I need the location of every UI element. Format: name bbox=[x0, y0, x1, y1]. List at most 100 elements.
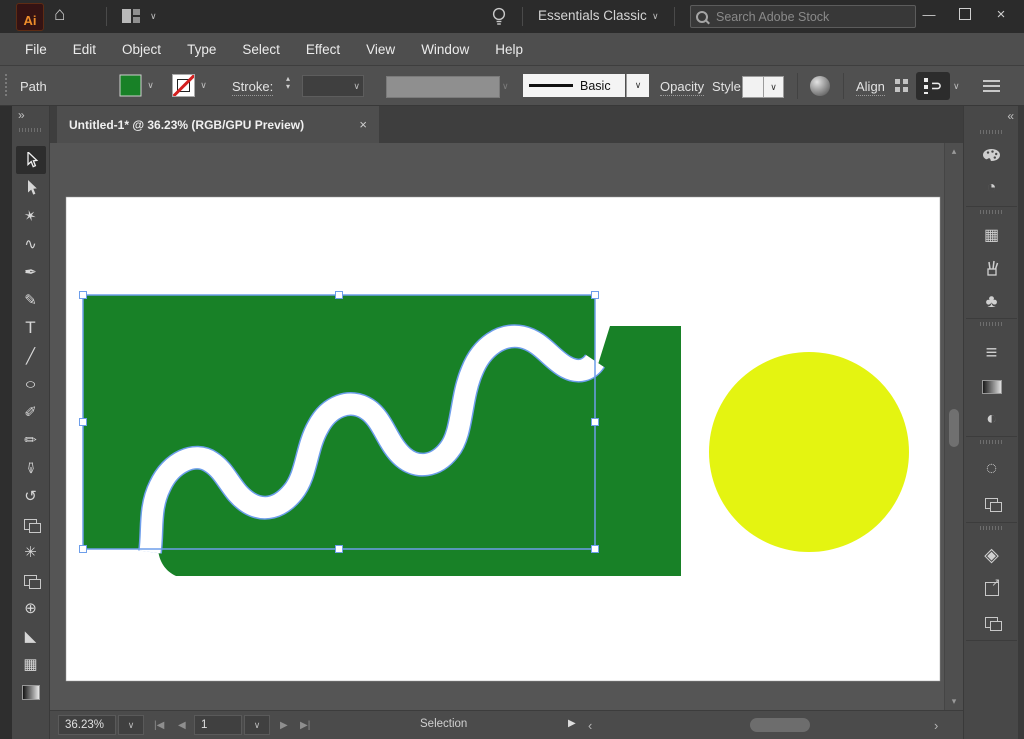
panel-appearance[interactable]: ◌ bbox=[964, 456, 1019, 482]
panel-artboards[interactable] bbox=[964, 609, 1019, 635]
align-objects-icon[interactable] bbox=[895, 79, 900, 84]
handle-mid-left[interactable] bbox=[80, 419, 87, 426]
handle-bottom-left[interactable] bbox=[80, 546, 87, 553]
panel-grip[interactable] bbox=[5, 74, 7, 98]
tool-mesh[interactable]: ▦ bbox=[12, 650, 49, 678]
horizontal-scroll-thumb[interactable] bbox=[750, 718, 810, 732]
zoom-level-field[interactable]: 36.23% bbox=[58, 715, 116, 735]
close-button[interactable]: × bbox=[984, 0, 1018, 28]
chevron-down-icon[interactable]: ∨ bbox=[195, 80, 212, 91]
expand-tools-icon[interactable]: » bbox=[18, 108, 23, 122]
graphic-style-swatch[interactable] bbox=[742, 76, 764, 98]
tool-curvature[interactable]: ✎ bbox=[12, 286, 49, 314]
status-expand-icon[interactable]: ▶ bbox=[568, 718, 576, 729]
tool-gradient[interactable] bbox=[12, 678, 49, 706]
stroke-none-swatch[interactable] bbox=[172, 74, 195, 97]
tool-rotate[interactable]: ↺ bbox=[12, 482, 49, 510]
previous-artboard-button[interactable]: ◀ bbox=[178, 715, 186, 735]
tool-selection[interactable] bbox=[16, 146, 46, 174]
scroll-down-icon[interactable]: ▾ bbox=[945, 696, 963, 707]
arrange-documents-icon[interactable] bbox=[122, 9, 142, 23]
chevron-down-icon[interactable]: ∨ bbox=[150, 11, 157, 22]
menu-view[interactable]: View bbox=[353, 42, 408, 57]
tool-magic-wand[interactable]: ✶ bbox=[12, 202, 49, 230]
zoom-dropdown-button[interactable]: ∨ bbox=[118, 715, 144, 735]
menu-type[interactable]: Type bbox=[174, 42, 229, 57]
stock-search-field[interactable] bbox=[690, 5, 916, 28]
menu-window[interactable]: Window bbox=[408, 42, 482, 57]
menu-edit[interactable]: Edit bbox=[60, 42, 109, 57]
options-list-icon[interactable] bbox=[983, 80, 1000, 92]
panel-grip[interactable] bbox=[980, 130, 1002, 134]
maximize-button[interactable] bbox=[948, 0, 982, 28]
vertical-scrollbar[interactable]: ▴ ▾ bbox=[944, 143, 963, 710]
panel-symbols[interactable]: ♣ bbox=[964, 288, 1019, 314]
handle-top-center[interactable] bbox=[336, 292, 343, 299]
menu-effect[interactable]: Effect bbox=[293, 42, 353, 57]
scroll-up-icon[interactable]: ▴ bbox=[945, 146, 963, 157]
stroke-style-chevron-button[interactable]: ∨ bbox=[626, 74, 649, 97]
chevron-down-icon[interactable]: ∨ bbox=[652, 11, 659, 22]
tool-perspective-grid[interactable]: ◣ bbox=[12, 622, 49, 650]
last-artboard-button[interactable]: ▶| bbox=[300, 715, 310, 735]
yellow-circle[interactable] bbox=[709, 352, 909, 552]
menu-select[interactable]: Select bbox=[229, 42, 293, 57]
tool-eyedropper[interactable]: ✑ bbox=[12, 454, 49, 482]
handle-top-left[interactable] bbox=[80, 292, 87, 299]
discover-lightbulb-icon[interactable] bbox=[492, 7, 506, 30]
tool-free-transform[interactable] bbox=[12, 566, 49, 594]
home-icon[interactable]: ⌂ bbox=[54, 4, 65, 26]
stroke-weight-stepper[interactable]: ▴▾ bbox=[286, 75, 290, 91]
stroke-weight-dropdown[interactable]: ∨ bbox=[302, 75, 364, 97]
first-artboard-button[interactable]: |◀ bbox=[154, 715, 164, 735]
stroke-color-control[interactable]: ∨ bbox=[172, 74, 212, 97]
tool-scale[interactable] bbox=[12, 510, 49, 538]
panel-brushes[interactable] bbox=[964, 255, 1019, 281]
panel-export[interactable]: ↗ bbox=[964, 576, 1019, 602]
menu-object[interactable]: Object bbox=[109, 42, 174, 57]
handle-bottom-center[interactable] bbox=[336, 546, 343, 553]
tool-direct-selection[interactable] bbox=[12, 174, 49, 202]
artboard-dropdown-button[interactable]: ∨ bbox=[244, 715, 270, 735]
panel-graphic-styles[interactable] bbox=[964, 490, 1019, 516]
recolor-artwork-icon[interactable] bbox=[810, 76, 830, 96]
panel-transparency[interactable]: ◐ bbox=[964, 405, 1019, 431]
tool-line-segment[interactable]: ╱ bbox=[12, 342, 49, 370]
panel-layers[interactable]: ◈ bbox=[964, 542, 1019, 568]
panel-color[interactable] bbox=[964, 142, 1019, 168]
chevron-down-icon[interactable]: ∨ bbox=[953, 81, 960, 92]
tool-symbol-sprayer[interactable]: ✳ bbox=[12, 538, 49, 566]
panel-grip[interactable] bbox=[980, 440, 1002, 444]
fill-swatch[interactable] bbox=[119, 74, 142, 97]
stroke-label[interactable]: Stroke: bbox=[232, 79, 273, 96]
search-input[interactable] bbox=[714, 9, 878, 25]
panel-stroke[interactable]: ≡ bbox=[964, 340, 1019, 366]
panel-grip[interactable] bbox=[980, 526, 1002, 530]
scroll-left-icon[interactable]: ‹ bbox=[588, 718, 592, 733]
fill-color-control[interactable]: ∨ bbox=[119, 74, 159, 97]
panel-grip[interactable] bbox=[980, 322, 1002, 326]
panel-grip[interactable] bbox=[980, 210, 1002, 214]
panel-gradient[interactable] bbox=[964, 374, 1019, 400]
tool-shape-builder[interactable]: ⊕ bbox=[12, 594, 49, 622]
handle-mid-right[interactable] bbox=[592, 419, 599, 426]
handle-top-right[interactable] bbox=[592, 292, 599, 299]
panel-color-guide[interactable]: ◔ bbox=[964, 175, 1019, 201]
align-to-selection-button[interactable]: ⊃ bbox=[916, 72, 950, 100]
handle-bottom-right[interactable] bbox=[592, 546, 599, 553]
collapse-panels-icon[interactable]: « bbox=[1007, 109, 1012, 123]
vertical-scroll-thumb[interactable] bbox=[949, 409, 959, 447]
chevron-down-icon[interactable]: ∨ bbox=[142, 80, 159, 91]
tool-type[interactable]: T bbox=[12, 314, 49, 342]
minimize-button[interactable]: — bbox=[912, 0, 946, 28]
scroll-right-icon[interactable]: › bbox=[934, 718, 938, 733]
menu-help[interactable]: Help bbox=[482, 42, 536, 57]
tab-close-icon[interactable]: × bbox=[359, 117, 367, 132]
tool-ellipse[interactable]: ○ bbox=[12, 370, 49, 398]
stroke-style-dropdown[interactable]: Basic bbox=[523, 74, 625, 97]
opacity-label[interactable]: Opacity bbox=[660, 79, 704, 96]
tool-pen[interactable]: ✒ bbox=[12, 258, 49, 286]
graphic-style-chevron-button[interactable]: ∨ bbox=[764, 76, 784, 98]
panel-swatches[interactable]: ▦ bbox=[964, 222, 1019, 248]
tool-shaper[interactable]: ✏ bbox=[12, 426, 49, 454]
